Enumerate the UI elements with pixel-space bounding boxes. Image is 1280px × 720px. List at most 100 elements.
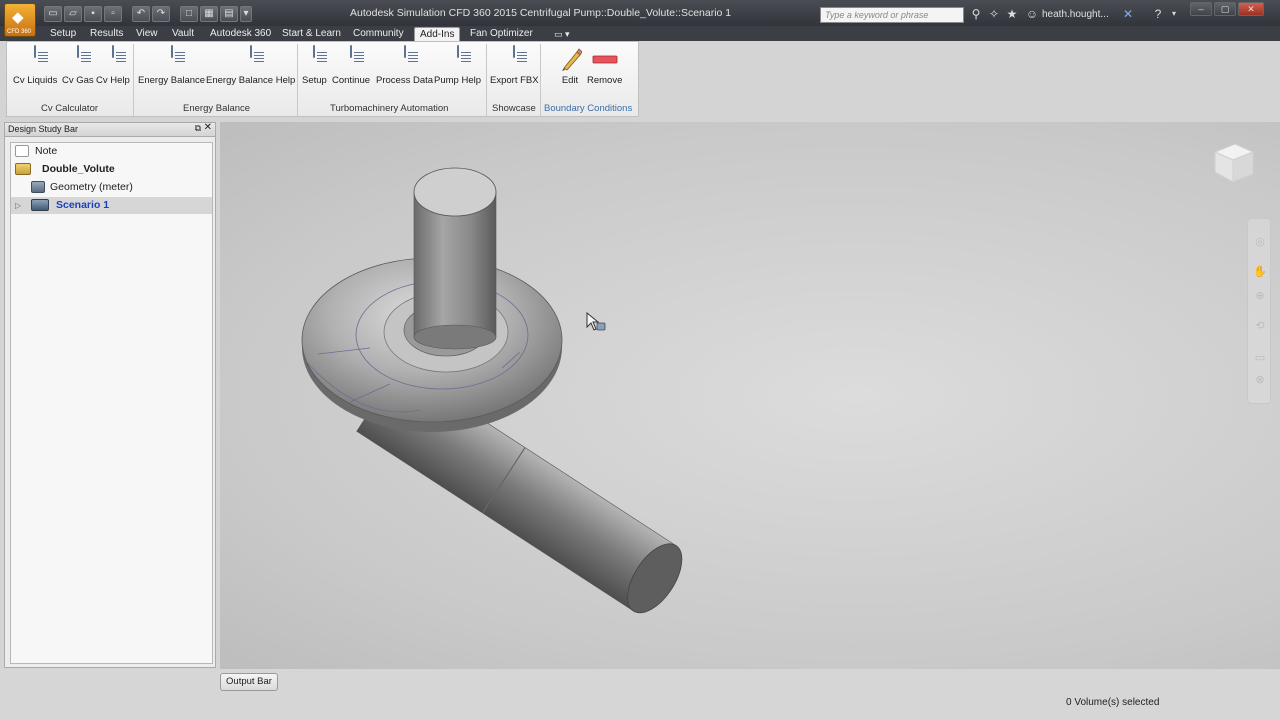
application-menu-button[interactable]: ◆ CFD 360 xyxy=(4,3,36,37)
pencil-icon xyxy=(560,46,583,72)
cv-liquids-button[interactable]: Cv Liquids xyxy=(13,45,58,86)
energy-balance-label: Energy Balance xyxy=(138,75,206,86)
expand-arrow-icon[interactable]: ▷ xyxy=(15,197,21,214)
mouse-cursor-icon xyxy=(586,311,608,337)
tree-item-scenario[interactable]: ▷ Scenario 1 xyxy=(11,197,212,214)
continue-button[interactable]: Continue xyxy=(332,45,371,86)
title-bar: ▭ ▱ ▪ ▫ ↶ ↷ □ ▦ ▤ ▾ Autodesk Simulation … xyxy=(0,0,1280,28)
orbit-icon[interactable]: ⟲ xyxy=(1253,319,1267,333)
minimize-button[interactable]: – xyxy=(1190,2,1212,16)
process-data-label: Process Data xyxy=(376,75,434,86)
user-icon[interactable]: ☺ xyxy=(1024,6,1040,22)
group-energy-balance: Energy Balance xyxy=(183,103,251,114)
save-icon[interactable]: ▪ xyxy=(84,6,102,22)
tab-autodesk-360[interactable]: Autodesk 360 xyxy=(210,27,271,41)
tree-label-scenario: Scenario 1 xyxy=(56,199,110,211)
cv-gas-label: Cv Gas xyxy=(62,75,94,86)
turbo-setup-button[interactable]: Setup xyxy=(302,45,327,86)
look-at-icon[interactable]: ▭ xyxy=(1253,351,1267,365)
tools-icon[interactable]: ✧ xyxy=(986,6,1002,22)
search-input[interactable]: Type a keyword or phrase xyxy=(820,7,964,23)
energy-balance-help-button[interactable]: Energy Balance Help xyxy=(206,45,296,86)
group-boundary-conditions: Boundary Conditions xyxy=(544,103,633,114)
zoom-icon[interactable]: ⊕ xyxy=(1253,289,1267,303)
design-folder-icon xyxy=(15,163,31,175)
navigation-bar: ◎ ✋ ⊕ ⟲ ▭ ⊗ xyxy=(1247,218,1271,404)
cv-help-button[interactable]: Cv Help xyxy=(96,45,130,86)
tab-fan-optimizer[interactable]: Fan Optimizer xyxy=(470,27,533,41)
tab-add-ins[interactable]: Add-Ins xyxy=(414,27,461,41)
scenario-icon xyxy=(31,199,49,211)
pump-model[interactable] xyxy=(220,122,1280,669)
remove-bc-button[interactable]: Remove xyxy=(587,46,622,86)
qat-dropdown-icon[interactable]: ▾ xyxy=(240,6,252,22)
tab-results[interactable]: Results xyxy=(90,27,123,41)
pump-help-label: Pump Help xyxy=(434,75,481,86)
continue-label: Continue xyxy=(332,75,371,86)
edit-bc-button[interactable]: Edit xyxy=(560,46,583,86)
view-cube-icon[interactable] xyxy=(1205,138,1257,186)
maximize-button[interactable]: ▢ xyxy=(1214,2,1236,16)
exchange-icon[interactable]: ✕ xyxy=(1120,6,1136,22)
tree-item-note[interactable]: Note xyxy=(11,143,212,160)
energy-balance-button[interactable]: Energy Balance xyxy=(138,45,206,86)
ribbon-options-icon[interactable]: ▭ ▾ xyxy=(554,27,570,41)
open-folder-icon[interactable]: ▱ xyxy=(64,6,82,22)
design-study-tree: Note Double_Volute Geometry (meter) ▷ Sc… xyxy=(10,142,213,664)
export-fbx-button[interactable]: Export FBX xyxy=(490,45,539,86)
group-separator xyxy=(486,44,487,116)
tab-view[interactable]: View xyxy=(136,27,158,41)
bottom-area xyxy=(0,669,1280,720)
cv-help-label: Cv Help xyxy=(96,75,130,86)
script-scroll-icon xyxy=(395,45,415,72)
tab-start-learn[interactable]: Start & Learn xyxy=(282,27,341,41)
script-scroll-icon xyxy=(304,45,324,72)
energy-balance-help-label: Energy Balance Help xyxy=(206,75,296,86)
steering-wheel-icon[interactable]: ◎ xyxy=(1253,235,1267,249)
geometry-icon xyxy=(31,181,45,193)
group-separator xyxy=(133,44,134,116)
ribbon-tab-bar: Setup Results View Vault Autodesk 360 St… xyxy=(0,26,1280,41)
remove-bc-label: Remove xyxy=(587,75,623,86)
close-icon[interactable]: ✕ xyxy=(204,122,212,133)
tab-vault[interactable]: Vault xyxy=(172,27,194,41)
pan-hand-icon[interactable]: ✋ xyxy=(1253,265,1267,279)
ribbon-panel: Cv Liquids Cv Gas Cv Help Energy Balance… xyxy=(6,41,639,117)
tree-item-geometry[interactable]: Geometry (meter) xyxy=(11,179,212,196)
help-dropdown-icon[interactable]: ▾ xyxy=(1166,6,1182,22)
design-study-bar-title: Design Study Bar xyxy=(8,124,79,134)
process-data-button[interactable]: Process Data xyxy=(376,45,434,86)
pump-help-button[interactable]: Pump Help xyxy=(434,45,481,86)
help-icon[interactable]: ? xyxy=(1150,6,1166,22)
script-scroll-icon xyxy=(162,45,182,72)
graphics-viewport[interactable] xyxy=(220,122,1280,669)
design-study-bar-header: Design Study Bar ⧉ ✕ xyxy=(5,122,215,137)
panel-icon[interactable]: ▤ xyxy=(220,6,238,22)
save-as-icon[interactable]: ▫ xyxy=(104,6,122,22)
output-bar-button[interactable]: Output Bar xyxy=(220,673,278,691)
cv-liquids-label: Cv Liquids xyxy=(13,75,58,86)
design-study-bar: Design Study Bar ⧉ ✕ Note Double_Volute … xyxy=(4,122,216,668)
quick-access-toolbar: ▭ ▱ ▪ ▫ ↶ ↷ □ ▦ ▤ ▾ xyxy=(44,6,252,22)
close-window-button[interactable]: ✕ xyxy=(1238,2,1264,16)
app-logo-label: CFD 360 xyxy=(7,29,32,35)
user-name[interactable]: heath.hought... xyxy=(1042,9,1109,20)
binoculars-icon[interactable]: ⚲ xyxy=(968,6,984,22)
undo-icon[interactable]: ↶ xyxy=(132,6,150,22)
favorites-star-icon[interactable]: ★ xyxy=(1004,6,1020,22)
layout-icon[interactable]: ▦ xyxy=(200,6,218,22)
tab-community[interactable]: Community xyxy=(353,27,404,41)
redo-icon[interactable]: ↷ xyxy=(152,6,170,22)
tree-label-design: Double_Volute xyxy=(42,163,115,175)
fit-view-icon[interactable]: ⊗ xyxy=(1253,373,1267,387)
new-file-icon[interactable]: ▭ xyxy=(44,6,62,22)
export-fbx-label: Export FBX xyxy=(490,75,539,86)
tab-setup[interactable]: Setup xyxy=(50,27,76,41)
turbo-setup-label: Setup xyxy=(302,75,327,86)
tree-item-design[interactable]: Double_Volute xyxy=(11,161,212,178)
remove-icon xyxy=(592,46,618,72)
script-scroll-icon xyxy=(103,45,123,72)
pin-icon[interactable]: ⧉ xyxy=(195,123,201,134)
window-icon[interactable]: □ xyxy=(180,6,198,22)
cv-gas-button[interactable]: Cv Gas xyxy=(62,45,94,86)
